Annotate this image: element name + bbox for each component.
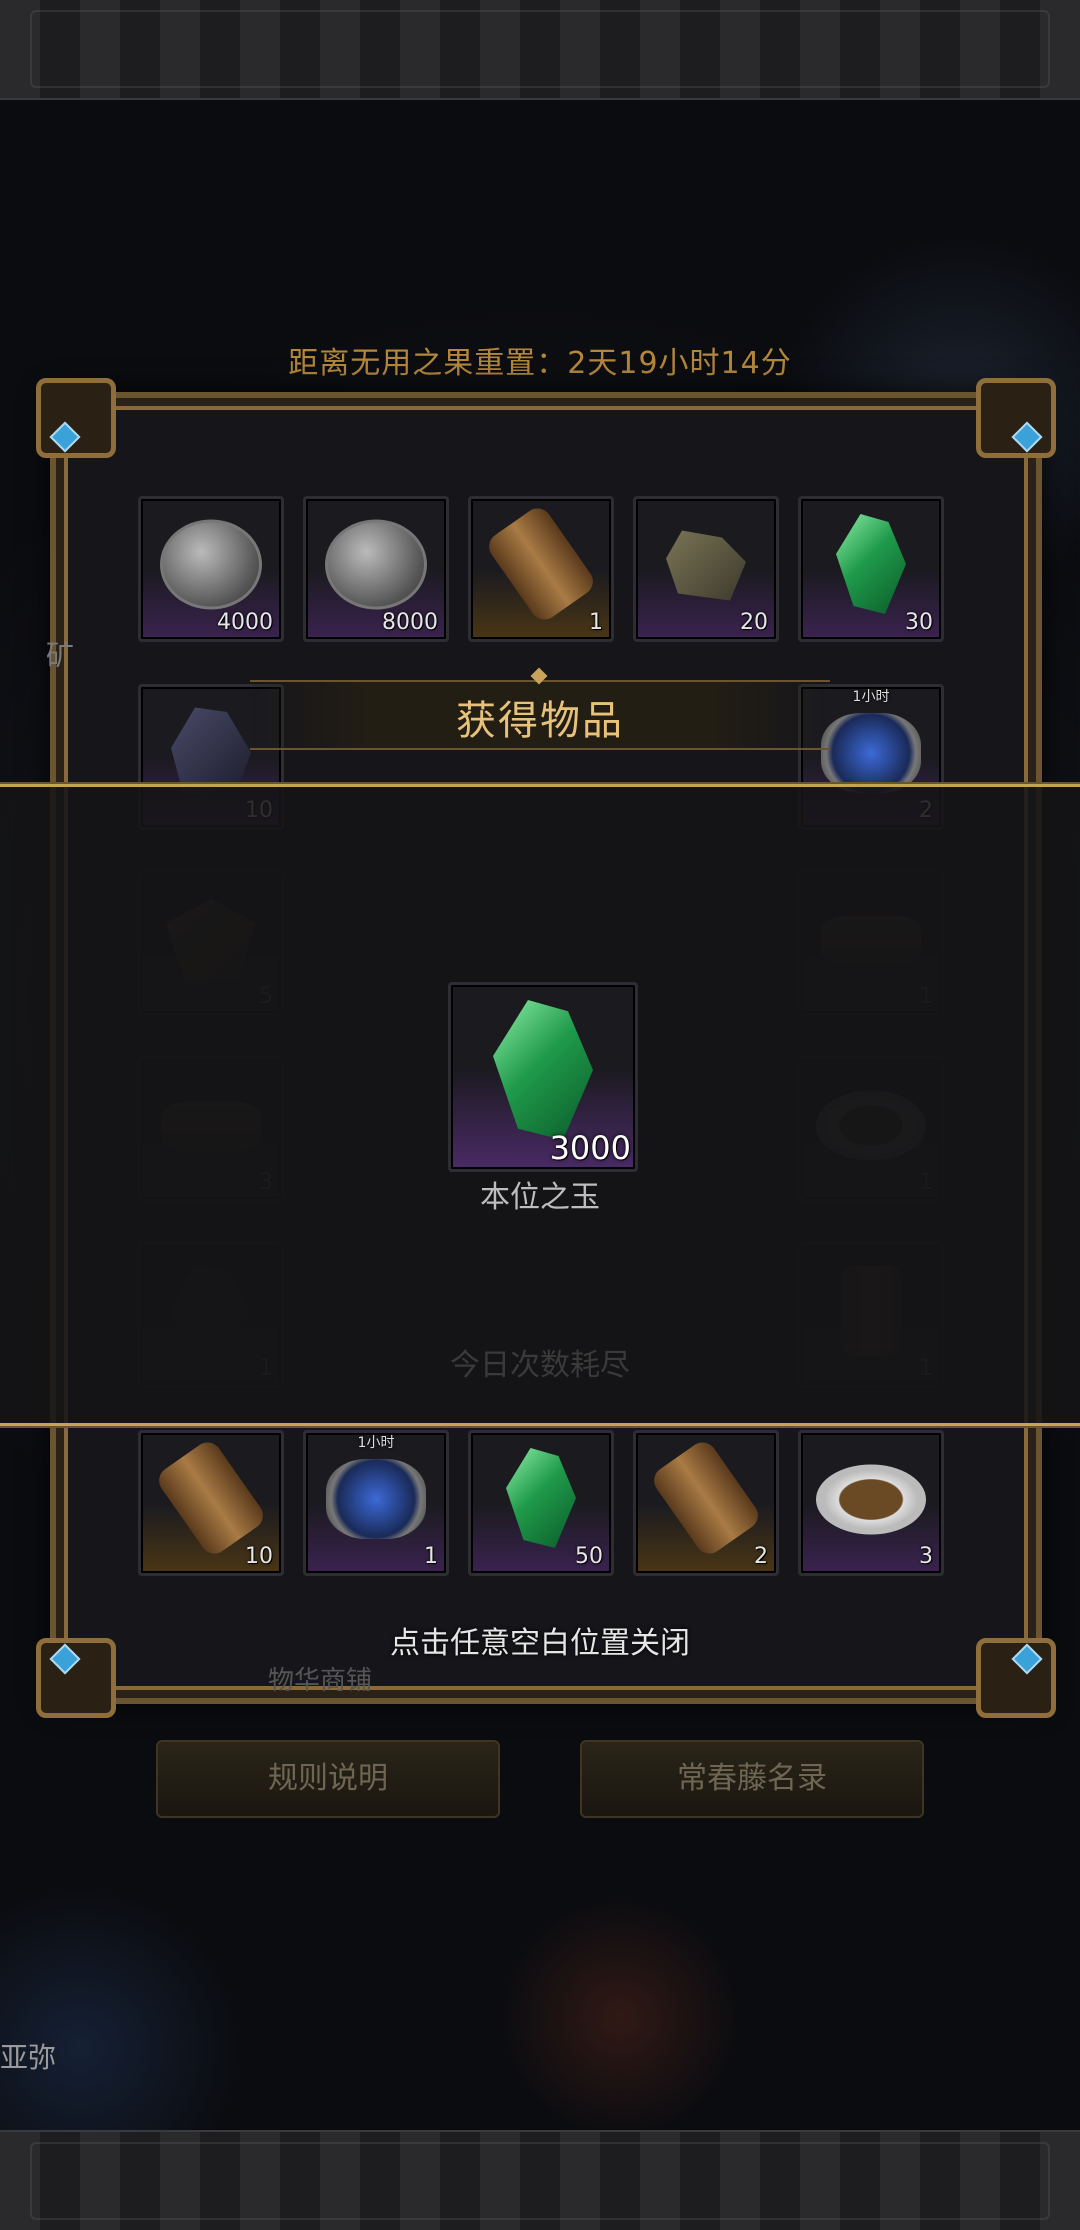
silver-coin-icon: [325, 519, 427, 610]
plate-icon: [816, 1464, 926, 1535]
bottom-decorative-bar: [0, 2130, 1080, 2230]
duration-tag: 1小时: [357, 1435, 395, 1451]
reward-item-slot[interactable]: 3000: [448, 982, 638, 1172]
item-count: 50: [575, 1544, 603, 1569]
item-slot[interactable]: 1: [468, 496, 614, 642]
item-count: 2: [754, 1544, 768, 1569]
item-slot[interactable]: 1小时 1: [303, 1430, 449, 1576]
item-count: 1: [589, 610, 603, 635]
reset-timer-text: 距离无用之果重置：2天19小时14分: [288, 346, 792, 381]
ivy-list-button[interactable]: 常春藤名录: [580, 1740, 924, 1818]
item-slot[interactable]: 3: [798, 1430, 944, 1576]
item-slot[interactable]: 30: [798, 496, 944, 642]
frame-corner-ornament: [36, 378, 116, 458]
scroll-icon: [483, 502, 599, 626]
item-count: 3: [919, 1544, 933, 1569]
orb-icon: [326, 1459, 426, 1539]
item-count: 8000: [382, 610, 438, 635]
frame-corner-ornament: [976, 378, 1056, 458]
rules-button[interactable]: 规则说明: [156, 1740, 500, 1818]
item-count: 1: [424, 1544, 438, 1569]
green-gem-icon: [836, 514, 906, 614]
item-slot[interactable]: 2: [633, 1430, 779, 1576]
partial-side-label: 矿: [46, 639, 75, 672]
green-gem-icon: [506, 1448, 576, 1548]
ore-icon: [666, 530, 746, 601]
top-decorative-bar: [0, 0, 1080, 100]
scroll-icon: [153, 1436, 269, 1560]
item-slot[interactable]: 8000: [303, 496, 449, 642]
close-hint-text[interactable]: 点击任意空白位置关闭: [0, 1618, 1080, 1662]
item-count: 4000: [217, 610, 273, 635]
item-slot[interactable]: 20: [633, 496, 779, 642]
scroll-icon: [648, 1436, 764, 1560]
item-slot[interactable]: 50: [468, 1430, 614, 1576]
shop-label: 物华商铺: [268, 1666, 373, 1696]
daily-limit-text: 今日次数耗尽: [450, 1348, 630, 1383]
green-gem-icon: [493, 1000, 593, 1140]
reward-item-name: 本位之玉: [480, 1180, 600, 1215]
character-name-label: 亚弥: [0, 2041, 57, 2074]
item-count: 10: [245, 1544, 273, 1569]
item-slot[interactable]: 10: [138, 1430, 284, 1576]
item-count: 30: [905, 610, 933, 635]
silver-coin-icon: [160, 519, 262, 610]
item-slot[interactable]: 4000: [138, 496, 284, 642]
reward-count: 3000: [549, 1129, 631, 1167]
item-count: 20: [740, 610, 768, 635]
popup-title: 获得物品: [456, 698, 624, 744]
